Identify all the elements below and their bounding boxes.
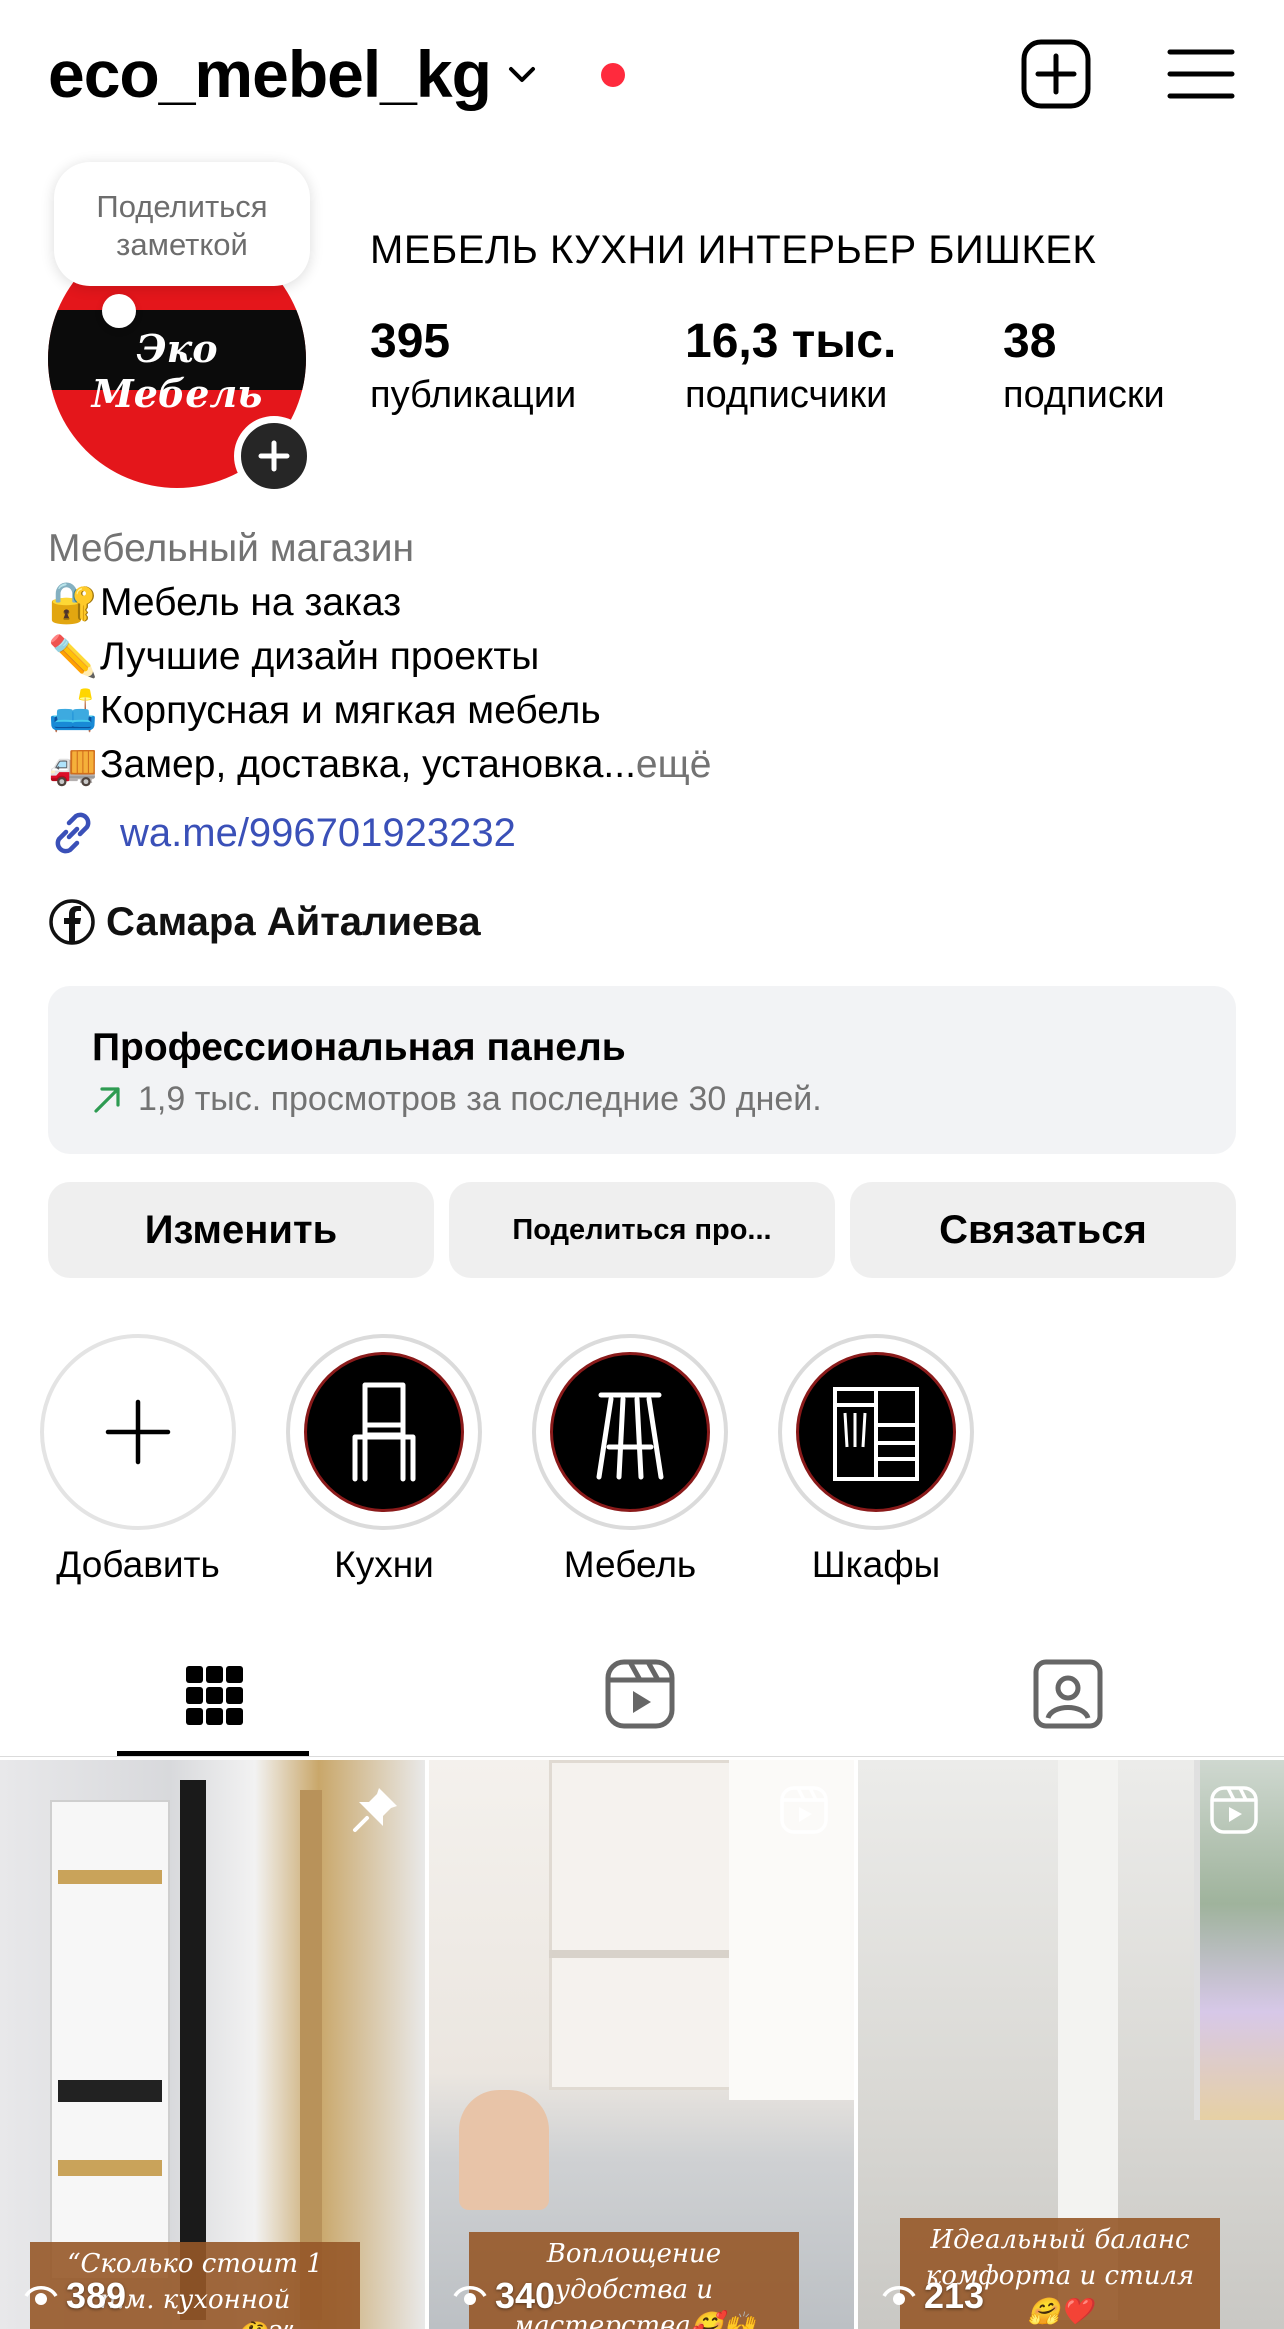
post-view-count: 213 [924,2275,985,2316]
post-views: 389 [24,2275,126,2317]
bio-line: 🚚 Замер, доставка, установка... ещё [48,738,711,792]
post-image-detail [459,2090,549,2210]
pin-icon [353,1788,397,1832]
note-bubble-tail [102,294,136,328]
bio-more-link[interactable]: ещё [636,738,711,792]
account-switcher[interactable]: eco_mebel_kg [48,36,539,112]
post-view-count: 389 [66,2275,127,2316]
bio: Мебельный магазин 🔐 Мебель на заказ ✏️ Л… [48,522,711,792]
facebook-icon [49,899,95,945]
highlight-ring [286,1334,482,1530]
avatar-logo-text: Эко Мебель [91,326,263,416]
add-story-button[interactable] [234,416,314,496]
plus-icon [105,1399,171,1465]
post-image-detail [58,2160,162,2176]
plus-square-icon[interactable] [1020,38,1092,110]
eye-icon [882,2286,916,2305]
post-tile[interactable]: Идеальный баланс комфорта и стиля🤗❤️ 213 [858,1760,1284,2329]
post-tile[interactable]: Воплощение удобства и мастерства🥰🙌 340 [429,1760,854,2329]
highlight-cover [304,1352,464,1512]
bio-line: 🔐 Мебель на заказ [48,576,711,630]
stat-label: подписки [1003,374,1165,416]
facebook-link[interactable]: Самара Айталиева [48,898,481,946]
bio-line-text: Корпусная и мягкая мебель [100,689,601,732]
dashboard-subtitle: 1,9 тыс. просмотров за последние 30 дней… [92,1080,822,1119]
stool-icon [596,1392,664,1480]
chair-icon [352,1382,416,1482]
post-image-detail [180,1780,206,2320]
share-profile-button[interactable]: Поделиться про... [449,1182,835,1278]
highlight-ring [778,1334,974,1530]
notification-dot [601,63,625,87]
chevron-down-icon [508,67,535,82]
post-image-detail [58,2080,162,2102]
professional-dashboard[interactable]: Профессиональная панель 1,9 тыс. просмот… [48,986,1236,1154]
stat-followers[interactable]: 16,3 тыс. подписчики [685,312,896,418]
reels-icon [780,1786,828,1834]
bio-line-text: Замер, доставка, установка... [100,743,636,786]
sofa-icon: 🛋️ [48,689,98,733]
tab-divider [0,1756,1284,1757]
display-name: МЕБЕЛЬ КУХНИ ИНТЕРЬЕР БИШКЕК [370,228,1097,272]
eye-icon [453,2286,487,2305]
highlight-label: Добавить [56,1544,220,1585]
highlight-ring [40,1334,236,1530]
bio-line: 🛋️ Корпусная и мягкая мебель [48,684,711,738]
website-link-text: wa.me/996701923232 [120,810,516,855]
highlight-label: Шкафы [811,1544,941,1585]
dashboard-subtitle-text: 1,9 тыс. просмотров за последние 30 дней… [138,1080,822,1118]
link-icon [55,812,91,854]
stat-value: 38 [1003,315,1057,368]
username-label: eco_mebel_kg [48,37,492,111]
post-image-detail [549,1950,759,1958]
stat-value: 395 [370,315,451,368]
post-views: 213 [882,2275,984,2317]
highlight-wardrobes[interactable]: Шкафы [778,1334,974,1586]
highlight-cover [796,1352,956,1512]
hamburger-menu-icon[interactable] [1166,38,1238,110]
highlight-furniture[interactable]: Мебель [532,1334,728,1586]
bio-line-text: Лучшие дизайн проекты [100,635,540,678]
pencil-icon: ✏️ [48,635,98,679]
post-view-count: 340 [495,2275,556,2316]
post-image-detail [1194,1760,1200,2120]
lock-key-icon: 🔐 [48,581,98,625]
stat-posts[interactable]: 395 публикации [370,312,576,418]
highlight-cover [550,1352,710,1512]
top-bar: eco_mebel_kg [0,0,1284,150]
trend-up-icon [94,1086,120,1113]
bio-line-text: Мебель на заказ [100,581,402,624]
dashboard-title: Профессиональная панель [92,1026,626,1069]
tagged-user-icon[interactable] [1018,1656,1118,1736]
eye-icon [24,2286,58,2305]
reels-icon[interactable] [590,1656,690,1736]
bio-category: Мебельный магазин [48,527,415,570]
stat-label: публикации [370,374,577,416]
highlight-kitchens[interactable]: Кухни [286,1334,482,1586]
reels-icon [1210,1786,1258,1834]
stat-value: 16,3 тыс. [685,315,897,368]
bio-line: ✏️ Лучшие дизайн проекты [48,630,711,684]
highlight-label: Мебель [563,1544,697,1585]
post-views: 340 [453,2275,555,2317]
facebook-name: Самара Айталиева [106,899,481,944]
stat-following[interactable]: 38 подписки [1003,312,1165,418]
plus-icon [258,440,290,472]
edit-profile-button[interactable]: Изменить [48,1182,434,1278]
grid-icon[interactable] [164,1656,264,1736]
post-image-detail [58,1870,162,1884]
contact-button[interactable]: Связаться [850,1182,1236,1278]
highlight-label: Кухни [334,1544,434,1585]
post-image-detail [549,1760,759,2090]
post-image-detail [300,1790,322,2320]
stat-label: подписчики [685,374,888,416]
highlight-add[interactable]: Добавить [40,1334,236,1586]
highlight-ring [532,1334,728,1530]
website-link[interactable]: wa.me/996701923232 [48,808,516,858]
post-tile[interactable]: “Сколько стоит 1 п.м. кухонной ганитуры🤔… [0,1760,425,2329]
truck-icon: 🚚 [48,743,98,787]
wardrobe-icon [833,1387,919,1481]
note-bubble[interactable]: Поделиться заметкой [54,162,310,286]
